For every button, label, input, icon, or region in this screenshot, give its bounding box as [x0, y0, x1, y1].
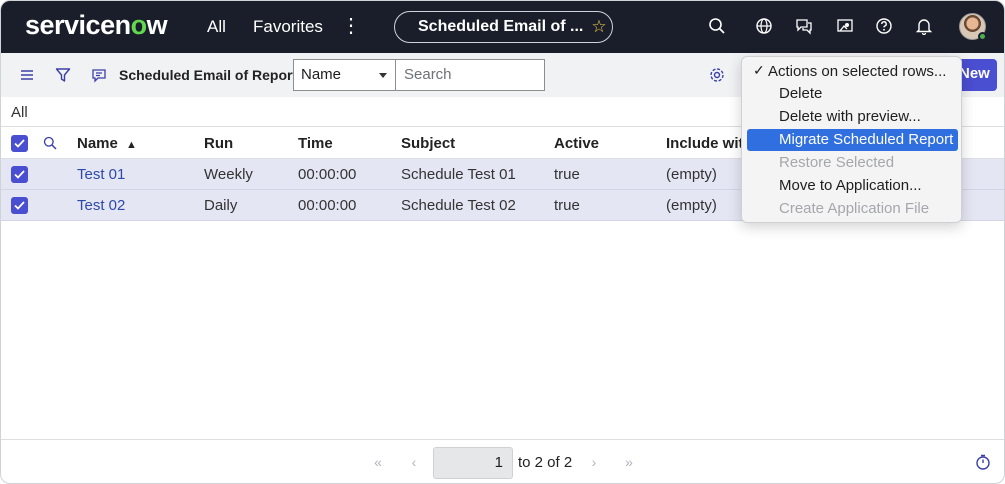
filter-icon[interactable] — [53, 66, 73, 84]
row-checkbox[interactable] — [11, 166, 28, 183]
search-field-select[interactable]: Name — [293, 59, 396, 91]
avatar[interactable] — [959, 13, 987, 41]
menu-item-migrate-scheduled-report[interactable]: Migrate Scheduled Report — [747, 129, 958, 151]
page-title-pill[interactable]: Scheduled Email of ... ☆ — [394, 11, 613, 43]
menu-item-move-to-application[interactable]: Move to Application... — [747, 175, 958, 197]
next-page-icon[interactable]: › — [585, 454, 603, 470]
accessibility-icon[interactable] — [834, 15, 856, 37]
top-nav: servicenow All Favorites ⋮ Scheduled Ema… — [1, 1, 1004, 53]
column-header-active[interactable]: Active — [554, 135, 599, 152]
cell-active: true — [554, 197, 580, 214]
list-context-icon[interactable] — [89, 66, 109, 84]
app-window: servicenow All Favorites ⋮ Scheduled Ema… — [0, 0, 1005, 484]
column-search-icon[interactable] — [40, 134, 60, 152]
search-input[interactable]: Search — [395, 59, 545, 91]
menu-item-delete-with-preview[interactable]: Delete with preview... — [747, 106, 958, 128]
menu-item-create-application-file: Create Application File — [779, 200, 930, 217]
cell-subject: Schedule Test 02 — [401, 197, 516, 214]
cell-time: 00:00:00 — [298, 197, 357, 214]
presence-indicator — [978, 32, 987, 41]
checkmark-icon: ✓ — [753, 62, 765, 78]
hamburger-icon[interactable] — [17, 66, 37, 84]
actions-dropdown-menu: ✓ Actions on selected rows... Delete Del… — [741, 56, 962, 223]
first-page-icon[interactable]: « — [369, 454, 387, 470]
chat-icon[interactable] — [793, 15, 815, 37]
help-icon[interactable] — [873, 15, 895, 37]
record-link[interactable]: Test 02 — [77, 197, 125, 214]
menu-item-delete[interactable]: Delete — [747, 83, 958, 105]
column-header-run[interactable]: Run — [204, 135, 233, 152]
servicenow-logo[interactable]: servicenow — [25, 10, 168, 41]
page-title: Scheduled Email of ... — [418, 18, 584, 35]
column-header-time[interactable]: Time — [298, 135, 333, 152]
cell-run: Daily — [204, 197, 238, 214]
cell-time: 00:00:00 — [298, 166, 357, 183]
list-title: Scheduled Email of Reports — [119, 67, 305, 83]
select-all-checkbox[interactable] — [11, 135, 28, 152]
column-header-include-with[interactable]: Include with — [666, 135, 753, 152]
page-range-text: to 2 of 2 — [518, 454, 573, 471]
chevron-down-icon — [379, 73, 387, 78]
breadcrumb[interactable]: All — [11, 104, 28, 121]
menu-item-restore-selected: Restore Selected — [779, 154, 895, 171]
cell-active: true — [554, 166, 580, 183]
divider — [1, 439, 1004, 440]
favorite-star-icon[interactable]: ☆ — [591, 17, 606, 37]
previous-page-icon[interactable]: ‹ — [405, 454, 423, 470]
search-icon[interactable] — [706, 15, 728, 37]
more-menu-icon[interactable]: ⋮ — [341, 15, 361, 37]
last-page-icon[interactable]: » — [620, 454, 638, 470]
bell-icon[interactable] — [913, 15, 935, 37]
cell-include-with: (empty) — [666, 197, 717, 214]
record-link[interactable]: Test 01 — [77, 166, 125, 183]
sort-ascending-icon: ▲ — [126, 139, 137, 151]
response-time-icon[interactable] — [975, 454, 991, 470]
column-header-name[interactable]: Name ▲ — [77, 135, 137, 152]
gear-icon[interactable] — [707, 66, 727, 84]
cell-include-with: (empty) — [666, 166, 717, 183]
menu-item-actions-header[interactable]: ✓ Actions on selected rows... — [747, 61, 958, 83]
search-field-value: Name — [301, 66, 342, 83]
globe-icon[interactable] — [753, 15, 775, 37]
nav-all-menu[interactable]: All — [207, 17, 226, 37]
cell-subject: Schedule Test 01 — [401, 166, 516, 183]
cell-run: Weekly — [204, 166, 253, 183]
nav-favorites-menu[interactable]: Favorites — [253, 17, 323, 37]
row-checkbox[interactable] — [11, 197, 28, 214]
page-number-input[interactable]: 1 — [433, 447, 513, 479]
column-header-subject[interactable]: Subject — [401, 135, 455, 152]
